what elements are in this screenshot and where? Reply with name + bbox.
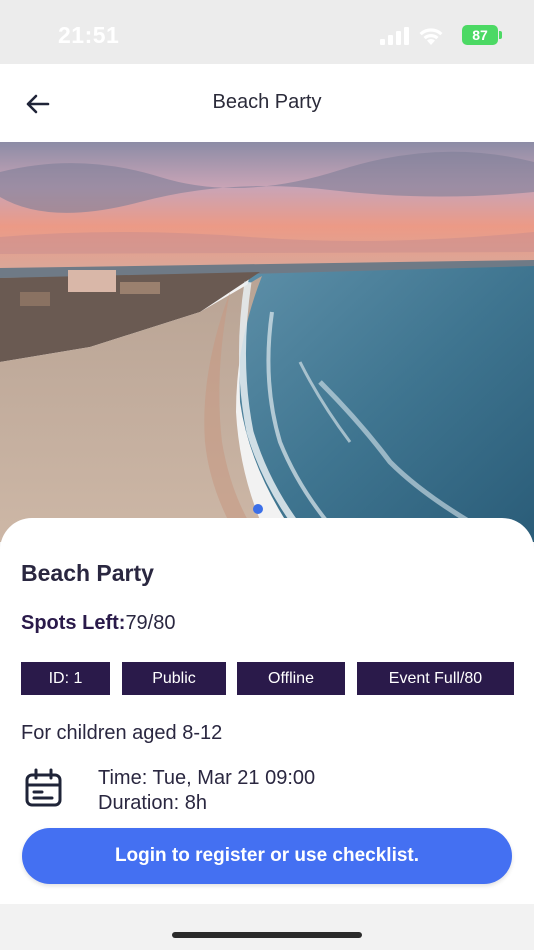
- tag-mode: Offline: [237, 662, 345, 695]
- beach-aerial-photo: [0, 142, 534, 542]
- age-range: For children aged 8-12: [21, 722, 223, 744]
- carousel-dot-active[interactable]: [253, 504, 263, 514]
- event-title: Beach Party: [21, 560, 154, 586]
- event-time-block: Time: Tue, Mar 21 09:00 Duration: 8h: [98, 766, 315, 816]
- tag-capacity: Event Full/80: [357, 662, 514, 695]
- event-time: Time: Tue, Mar 21 09:00: [98, 767, 316, 789]
- spots-left: Spots Left:79/80: [21, 612, 176, 635]
- login-register-button[interactable]: Login to register or use checklist.: [22, 828, 512, 884]
- event-duration: Duration: 8h: [98, 792, 207, 814]
- nav-bar: Beach Party: [0, 64, 534, 142]
- tag-id: ID: 1: [21, 662, 110, 695]
- spots-left-value: 79/80: [125, 612, 176, 634]
- calendar-icon: [25, 768, 62, 807]
- event-tags: ID: 1 Public Offline Event Full/80: [21, 662, 514, 695]
- battery-level: 87: [472, 27, 488, 43]
- event-image[interactable]: [0, 142, 534, 542]
- page-title: Beach Party: [212, 91, 322, 113]
- home-indicator[interactable]: [172, 932, 362, 938]
- signal-icon: [380, 27, 409, 45]
- status-icons: 87: [368, 25, 502, 47]
- battery-icon: 87: [462, 25, 502, 45]
- status-bar: 21:51 87: [0, 0, 534, 64]
- tag-visibility: Public: [122, 662, 226, 695]
- spots-left-label: Spots Left:: [21, 612, 126, 634]
- bottom-safe-area: [0, 904, 534, 950]
- wifi-icon: [419, 28, 443, 45]
- event-detail-card: Beach Party Spots Left:79/80 ID: 1 Publi…: [0, 518, 534, 904]
- status-time: 21:51: [58, 22, 120, 48]
